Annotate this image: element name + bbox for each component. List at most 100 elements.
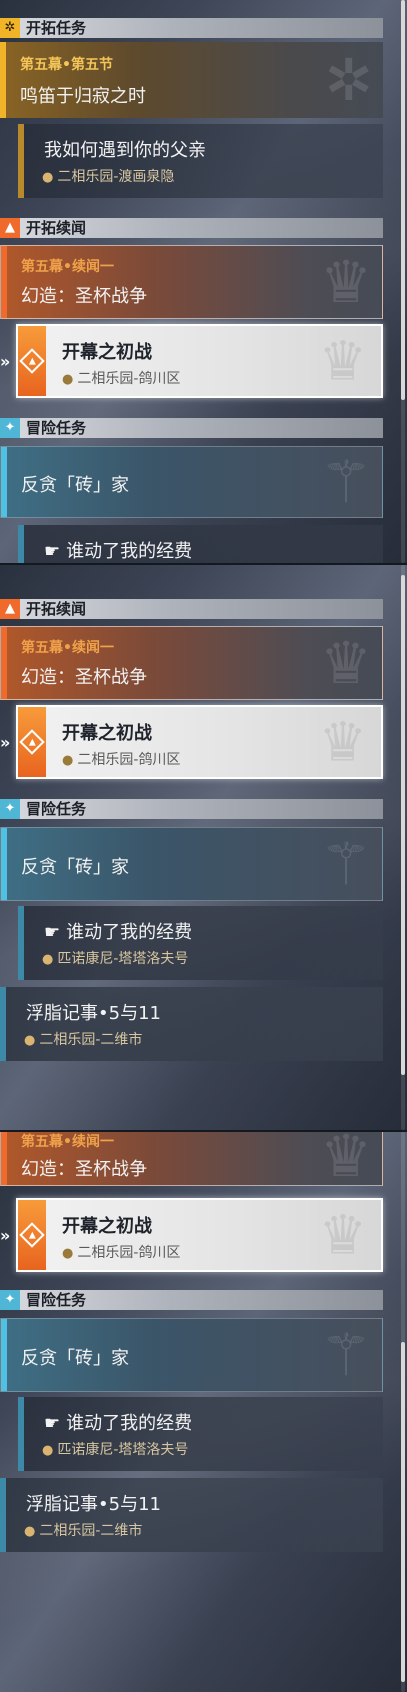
- other-task-item[interactable]: 浮脂记事•5与11 ● 二相乐园-二维市: [0, 1478, 383, 1552]
- quest-chapter: 第五幕•续闻一: [21, 259, 114, 275]
- quest-emblem-icon: ♛: [320, 1132, 372, 1190]
- companion-badge: ▲: [18, 707, 46, 777]
- section-header-trailblaze: ✲ 开拓任务: [0, 18, 383, 38]
- screenshot-divider: [0, 1130, 407, 1132]
- subtask-title: ☛ 谁动了我的经费: [44, 922, 193, 943]
- track-arrow-icon: »: [0, 1226, 11, 1245]
- section-header-adventure: ✦ 冒险任务: [0, 418, 383, 438]
- task-location: ● 二相乐园-二维市: [24, 1523, 143, 1539]
- task-title: 浮脂记事•5与11: [26, 1003, 161, 1024]
- star-emblem-icon: ✦: [0, 1290, 20, 1310]
- adventure-quest-card[interactable]: 反贪「砖」家 ⚚: [0, 827, 383, 901]
- location-pin-icon: ●: [62, 372, 74, 387]
- location-pin-icon: ●: [42, 170, 54, 185]
- section-title: 冒险任务: [26, 419, 87, 437]
- quest-list-panel-3: 第五幕•续闻一 幻造：圣杯战争 ♛ » ▲ 开幕之初战 ● 二相乐园-鸽川区 ♛ …: [0, 1132, 407, 1692]
- quest-title: 幻造：圣杯战争: [21, 286, 147, 307]
- section-title: 冒险任务: [26, 1291, 87, 1309]
- location-pin-icon: ●: [62, 753, 74, 768]
- tracked-quest-item[interactable]: ▲ 开幕之初战 ● 二相乐园-鸽川区 ♛: [16, 1198, 383, 1272]
- subtask-title: ☛ 谁动了我的经费: [44, 1413, 193, 1434]
- tracked-location: ● 二相乐园-鸽川区: [62, 1245, 181, 1261]
- quest-title: 反贪「砖」家: [21, 857, 129, 878]
- section-title: 开拓续闻: [26, 600, 87, 618]
- location-pin-icon: ●: [62, 1246, 74, 1261]
- section-title: 冒险任务: [26, 800, 87, 818]
- location-pin-icon: ●: [24, 1033, 36, 1048]
- quest-emblem-icon: ♛: [318, 329, 367, 393]
- main-quest-card[interactable]: 第五幕•第五节 鸣笛于归寂之时 ✲: [0, 42, 383, 118]
- quest-accent: [1, 828, 7, 900]
- section-title: 开拓任务: [26, 19, 87, 37]
- subtask-location: ● 匹诺康尼-塔塔洛夫号: [42, 1442, 189, 1458]
- tracked-quest-item[interactable]: ▲ 开幕之初战 ● 二相乐园-鸽川区 ♛: [16, 705, 383, 779]
- tracked-quest-item[interactable]: ▲ 开幕之初战 ● 二相乐园-鸽川区 ♛: [16, 324, 383, 398]
- hand-icon: ☛: [44, 541, 61, 562]
- tracked-location: ● 二相乐园-鸽川区: [62, 752, 181, 768]
- quest-accent: [1, 246, 7, 318]
- subtask-item[interactable]: ☛ 谁动了我的经费 ● 匹诺康尼-塔塔洛夫号: [18, 906, 383, 980]
- quest-emblem-icon: ⚚: [320, 830, 372, 898]
- tracked-title: 开幕之初战: [62, 342, 152, 363]
- quest-chapter: 第五幕•第五节: [20, 57, 113, 73]
- scrollbar[interactable]: [401, 0, 405, 563]
- tracked-location: ● 二相乐园-鸽川区: [62, 371, 181, 387]
- quest-title: 幻造：圣杯战争: [21, 1159, 147, 1180]
- star-emblem-icon: ✦: [0, 799, 20, 819]
- task-title: 浮脂记事•5与11: [26, 1494, 161, 1515]
- hand-icon: ☛: [44, 1413, 61, 1434]
- sun-emblem-icon: ✲: [0, 18, 20, 38]
- quest-title: 反贪「砖」家: [21, 475, 129, 496]
- quest-emblem-icon: ♛: [318, 1203, 367, 1267]
- section-header-companion: ▲ 开拓续闻: [0, 599, 383, 619]
- track-arrow-icon: »: [0, 733, 11, 752]
- subtask-title: ☛ 谁动了我的经费: [44, 541, 193, 562]
- quest-chapter: 第五幕•续闻一: [21, 1134, 114, 1150]
- subtask-item[interactable]: ☛ 谁动了我的经费: [18, 525, 383, 563]
- quest-emblem-icon: ♛: [318, 710, 367, 774]
- quest-title: 反贪「砖」家: [21, 1348, 129, 1369]
- star-emblem-icon: ✦: [0, 418, 20, 438]
- section-header-companion: ▲ 开拓续闻: [0, 218, 383, 238]
- quest-chapter: 第五幕•续闻一: [21, 640, 114, 656]
- task-location: ● 二相乐园-二维市: [24, 1032, 143, 1048]
- subtask-item[interactable]: 我如何遇到你的父亲 ● 二相乐园-渡画泉隐: [18, 124, 383, 198]
- scrollbar[interactable]: [401, 1132, 405, 1692]
- quest-list-panel-1: ✲ 开拓任务 第五幕•第五节 鸣笛于归寂之时 ✲ 我如何遇到你的父亲 ● 二相乐园…: [0, 0, 407, 563]
- quest-emblem-icon: ⚚: [320, 1321, 372, 1389]
- quest-emblem-icon: ✲: [324, 46, 373, 114]
- track-arrow-icon: »: [0, 352, 11, 371]
- quest-accent: [1, 447, 7, 517]
- quest-accent: [1, 627, 7, 699]
- section-header-adventure: ✦ 冒险任务: [0, 799, 383, 819]
- companion-quest-card[interactable]: 第五幕•续闻一 幻造：圣杯战争 ♛: [0, 1132, 383, 1190]
- quest-emblem-icon: ⚚: [320, 448, 372, 516]
- scrollbar[interactable]: [401, 565, 405, 1130]
- tracked-title: 开幕之初战: [62, 723, 152, 744]
- adventure-quest-card[interactable]: 反贪「砖」家 ⚚: [0, 446, 383, 518]
- tracked-title: 开幕之初战: [62, 1216, 152, 1237]
- location-pin-icon: ●: [42, 952, 54, 967]
- companion-quest-card[interactable]: 第五幕•续闻一 幻造：圣杯战争 ♛: [0, 245, 383, 319]
- screenshot-divider: [0, 563, 407, 565]
- companion-quest-card[interactable]: 第五幕•续闻一 幻造：圣杯战争 ♛: [0, 626, 383, 700]
- subtask-title: 我如何遇到你的父亲: [44, 140, 206, 161]
- hand-icon: ☛: [44, 922, 61, 943]
- quest-accent: [1, 1319, 7, 1391]
- quest-list-panel-2: ▲ 开拓续闻 第五幕•续闻一 幻造：圣杯战争 ♛ » ▲ 开幕之初战 ● 二相乐园…: [0, 565, 407, 1130]
- quest-title: 鸣笛于归寂之时: [20, 86, 146, 107]
- triangle-emblem-icon: ▲: [0, 599, 20, 619]
- triangle-emblem-icon: ▲: [0, 218, 20, 238]
- location-pin-icon: ●: [24, 1524, 36, 1539]
- subtask-location: ● 二相乐园-渡画泉隐: [42, 169, 175, 185]
- quest-emblem-icon: ♛: [320, 629, 372, 697]
- adventure-quest-card[interactable]: 反贪「砖」家 ⚚: [0, 1318, 383, 1392]
- location-pin-icon: ●: [42, 1443, 54, 1458]
- subtask-location: ● 匹诺康尼-塔塔洛夫号: [42, 951, 189, 967]
- subtask-item[interactable]: ☛ 谁动了我的经费 ● 匹诺康尼-塔塔洛夫号: [18, 1397, 383, 1471]
- section-header-adventure: ✦ 冒险任务: [0, 1290, 383, 1310]
- quest-accent: [0, 42, 6, 118]
- quest-emblem-icon: ♛: [320, 248, 372, 316]
- other-task-item[interactable]: 浮脂记事•5与11 ● 二相乐园-二维市: [0, 987, 383, 1061]
- quest-accent: [1, 1132, 7, 1185]
